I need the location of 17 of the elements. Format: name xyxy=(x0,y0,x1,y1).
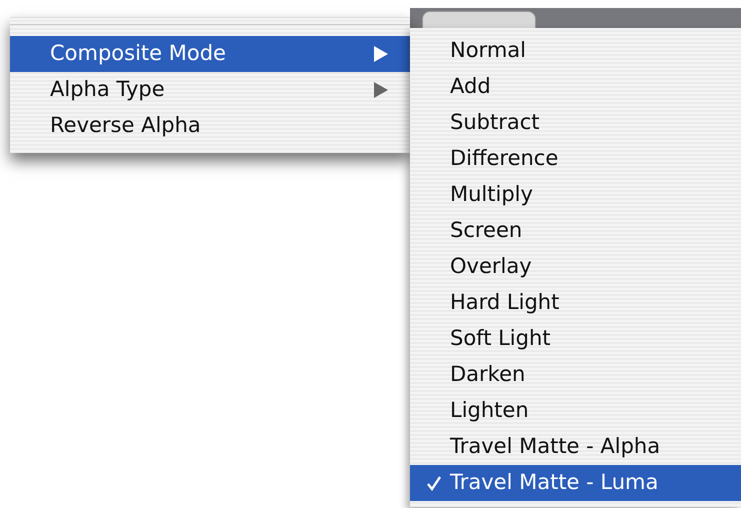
menu-item[interactable]: Hard Light xyxy=(410,285,741,321)
menu-item[interactable]: Overlay xyxy=(410,249,741,285)
menu-item[interactable]: Difference xyxy=(410,141,741,177)
menu-item[interactable]: Travel Matte - Alpha xyxy=(410,429,741,465)
menu-item[interactable]: Composite Mode xyxy=(10,36,410,72)
menu-item[interactable]: Add xyxy=(410,69,741,105)
menu-item[interactable]: Darken xyxy=(410,357,741,393)
menu-item[interactable]: Travel Matte - Luma xyxy=(410,465,741,501)
menu-item[interactable]: Subtract xyxy=(410,105,741,141)
menu-item[interactable]: Soft Light xyxy=(410,321,741,357)
menu-item[interactable]: Lighten xyxy=(410,393,741,429)
menu-item[interactable]: Reverse Alpha xyxy=(10,108,410,144)
menu-item[interactable]: Screen xyxy=(410,213,741,249)
window-tab[interactable] xyxy=(422,11,536,28)
menu-item[interactable]: Alpha Type xyxy=(10,72,410,108)
menu-item[interactable]: Multiply xyxy=(410,177,741,213)
menu-item[interactable]: Normal xyxy=(410,33,741,69)
